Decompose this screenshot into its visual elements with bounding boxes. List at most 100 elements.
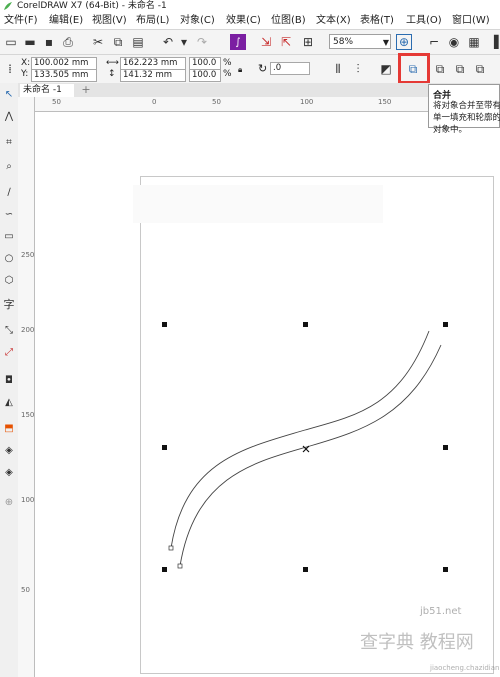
snap-to-icon[interactable]: ⌐ <box>426 34 442 50</box>
menu-view[interactable]: 视图(V) <box>92 14 127 27</box>
export-icon[interactable]: ⇱ <box>278 34 294 50</box>
page-shadow-area <box>133 185 383 223</box>
toolbox: ↖ ⋀ ⌗ ⌕ ∕ ∽ ▭ ○ ⬡ 字 ⤡ ⤢ ◘ ◭ ⬒ ◈ ◈ ⊕ <box>0 83 19 677</box>
smart-fill-tool-icon[interactable]: ◈ <box>2 465 16 479</box>
publish-pdf-icon[interactable]: ⊞ <box>300 34 316 50</box>
full-screen-preview-icon[interactable]: ⊕ <box>396 34 412 50</box>
h-ruler-label: 0 <box>152 98 157 106</box>
v-ruler-label: 100 <box>21 496 35 504</box>
menu-bar: 文件(F) 编辑(E) 视图(V) 布局(L) 对象(C) 效果(C) 位图(B… <box>0 12 500 30</box>
ellipse-tool-icon[interactable]: ○ <box>2 251 16 265</box>
import-icon[interactable]: ⇲ <box>258 34 274 50</box>
lock-ratio-icon[interactable]: 🔒︎ <box>238 64 242 75</box>
menu-bitmap[interactable]: 位图(B) <box>271 14 306 27</box>
shape-tool-icon[interactable]: ⋀ <box>2 109 16 123</box>
freehand-tool-icon[interactable]: ∕ <box>2 185 16 199</box>
zoom-tool-icon[interactable]: ⌕ <box>2 159 16 173</box>
menu-object[interactable]: 对象(C) <box>180 14 215 27</box>
undo-dropdown-icon[interactable]: ▾ <box>176 34 192 50</box>
scale-y-field[interactable]: 100.0 <box>189 69 221 82</box>
v-ruler-label: 200 <box>21 326 35 334</box>
selection-handle-left[interactable] <box>162 445 167 450</box>
standard-toolbar: ▭ ▬ ▪ ⎙ ✂ ⧉ ▤ ↶ ▾ ↷ ∫ ⇲ ⇱ ⊞ 58% ▼ ⊕ ⌐ ◉ … <box>0 30 500 55</box>
rotation-field[interactable]: .0 <box>270 62 310 75</box>
redo-icon[interactable]: ↷ <box>194 34 210 50</box>
selection-handle-top-right[interactable] <box>443 322 448 327</box>
menu-tools[interactable]: 工具(O) <box>406 14 442 27</box>
h-ruler-label: 50 <box>212 98 221 106</box>
menu-window[interactable]: 窗口(W) <box>452 14 490 27</box>
combine-button-highlight <box>398 53 430 84</box>
polygon-tool-icon[interactable]: ⬡ <box>2 273 16 287</box>
selection-handle-right[interactable] <box>443 445 448 450</box>
percent-label-y: % <box>223 69 232 79</box>
v-ruler-label: 50 <box>21 586 30 594</box>
color-eyedropper-tool-icon[interactable]: ⬒ <box>2 421 16 435</box>
new-document-icon[interactable]: ▭ <box>3 34 19 50</box>
menu-effects[interactable]: 效果(C) <box>226 14 261 27</box>
mirror-vertical-icon[interactable]: ⫶ <box>350 61 366 77</box>
print-icon[interactable]: ⎙ <box>60 34 76 50</box>
v-ruler-label: 250 <box>21 251 35 259</box>
weld-icon[interactable]: ⧉ <box>432 61 448 77</box>
selection-handle-top[interactable] <box>303 322 308 327</box>
transparency-tool-icon[interactable]: ◭ <box>2 395 16 409</box>
y-label: Y: <box>21 69 29 79</box>
selection-handle-top-left[interactable] <box>162 322 167 327</box>
h-ruler-label: 150 <box>378 98 392 106</box>
tab-document[interactable]: 未命名 -1 <box>20 84 74 97</box>
menu-file[interactable]: 文件(F) <box>4 14 38 27</box>
crop-tool-icon[interactable]: ⌗ <box>2 135 16 149</box>
height-icon: ↕ <box>108 69 116 79</box>
height-field[interactable]: 141.32 mm <box>120 69 186 82</box>
chevron-down-icon: ▼ <box>382 38 389 47</box>
h-ruler-label: 100 <box>300 98 314 106</box>
launcher-icon[interactable]: ▐ <box>486 34 500 50</box>
artistic-media-tool-icon[interactable]: ∽ <box>2 207 16 221</box>
watermark-logo: 查字典 教程网 <box>360 632 474 653</box>
drop-shadow-tool-icon[interactable]: ◘ <box>2 373 16 387</box>
text-tool-icon[interactable]: 字 <box>2 297 16 311</box>
add-tool-icon[interactable]: ⊕ <box>2 495 16 509</box>
h-ruler-label: 50 <box>52 98 61 106</box>
copy-icon[interactable]: ⧉ <box>110 34 126 50</box>
zoom-level-dropdown[interactable]: 58% ▼ <box>329 34 391 49</box>
parallel-dimension-tool-icon[interactable]: ⤡ <box>2 323 16 337</box>
interactive-fill-tool-icon[interactable]: ◈ <box>2 443 16 457</box>
new-tab-button[interactable]: + <box>80 84 92 96</box>
undo-icon[interactable]: ↶ <box>160 34 176 50</box>
window-title: CorelDRAW X7 (64-Bit) - 未命名 -1 <box>17 1 167 11</box>
selection-handle-bottom-left[interactable] <box>162 567 167 572</box>
menu-layout[interactable]: 布局(L) <box>136 14 169 27</box>
connector-tool-icon[interactable]: ⤢ <box>2 345 16 359</box>
watermark-site: jb51.net <box>420 606 462 617</box>
y-position-field[interactable]: 133.505 mm <box>31 69 97 82</box>
title-bar: CorelDRAW X7 (64-Bit) - 未命名 -1 <box>0 0 500 12</box>
coreldraw-logo-icon <box>4 2 12 10</box>
combine-alt-icon[interactable]: ◩ <box>378 61 394 77</box>
pick-tool-icon[interactable]: ↖ <box>2 87 16 101</box>
menu-text[interactable]: 文本(X) <box>316 14 351 27</box>
selection-handle-bottom-right[interactable] <box>443 567 448 572</box>
menu-edit[interactable]: 编辑(E) <box>49 14 83 27</box>
show-hide-icon[interactable]: ◉ <box>446 34 462 50</box>
open-icon[interactable]: ▬ <box>22 34 38 50</box>
trim-icon[interactable]: ⧉ <box>452 61 468 77</box>
object-origin-icon[interactable]: ⁞ <box>2 61 18 77</box>
combine-tooltip: 合并 将对象合并至带有单一填充和轮廓的对象中。 <box>428 84 500 135</box>
document-page[interactable] <box>133 176 494 674</box>
intersect-icon[interactable]: ⧉ <box>472 61 488 77</box>
rectangle-tool-icon[interactable]: ▭ <box>2 229 16 243</box>
mirror-horizontal-icon[interactable]: ⫴ <box>330 61 346 77</box>
vertical-ruler[interactable]: 250 200 150 100 50 <box>18 97 35 677</box>
watermark-url: jiaocheng.chazidian.com <box>430 664 500 672</box>
zoom-level-value: 58% <box>333 37 354 47</box>
save-icon[interactable]: ▪ <box>41 34 57 50</box>
corel-connect-icon[interactable]: ∫ <box>230 34 246 50</box>
tooltip-body: 将对象合并至带有单一填充和轮廓的对象中。 <box>433 101 500 135</box>
menu-table[interactable]: 表格(T) <box>360 14 394 27</box>
options-icon[interactable]: ▦ <box>466 34 482 50</box>
paste-icon[interactable]: ▤ <box>130 34 146 50</box>
cut-icon[interactable]: ✂ <box>90 34 106 50</box>
selection-handle-bottom[interactable] <box>303 567 308 572</box>
